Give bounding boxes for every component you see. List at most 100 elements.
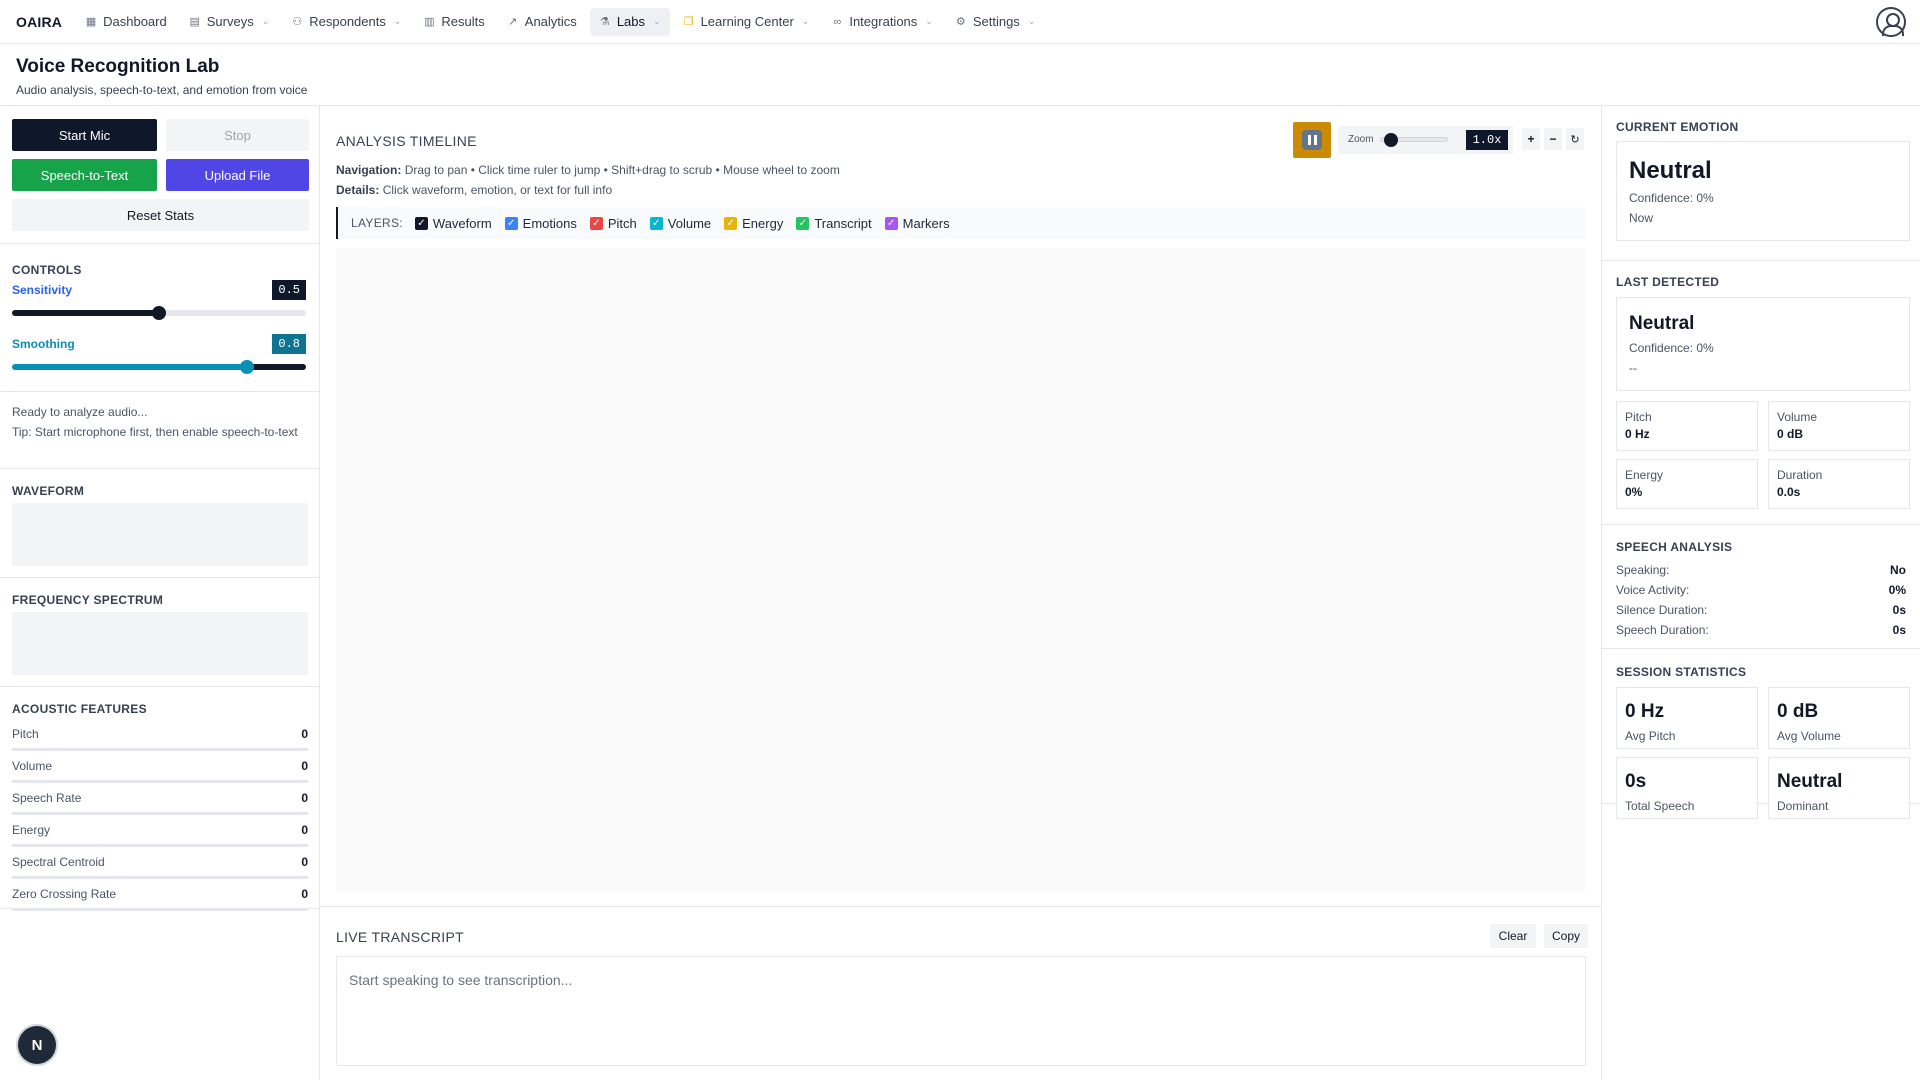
nav-item-label: Surveys (206, 14, 254, 29)
floating-n-button[interactable]: N (18, 1026, 56, 1064)
timeline-canvas[interactable] (336, 248, 1585, 892)
layer-toggle-waveform[interactable]: ✓ Waveform (414, 215, 492, 231)
speech-to-text-button[interactable]: Speech-to-Text (12, 159, 157, 191)
gear-icon: ⚙ (955, 15, 966, 28)
session-stat-card: Neutral Dominant (1768, 757, 1910, 819)
session-stat-value: Neutral (1777, 771, 1843, 792)
transcript-area[interactable]: Start speaking to see transcription... (336, 956, 1586, 1066)
layer-toggle-emotions[interactable]: ✓ Emotions (504, 216, 577, 231)
session-stat-label: Avg Pitch (1625, 729, 1676, 743)
layer-label: Waveform (432, 215, 492, 231)
layer-toggle-markers[interactable]: ✓ Markers (884, 216, 950, 231)
last-detected-card: Neutral Confidence: 0% -- (1616, 297, 1910, 391)
nav-item-dashboard[interactable]: ▦ Dashboard (76, 8, 176, 36)
feature-label: Zero Crossing Rate (12, 886, 117, 901)
current-emotion-card: Neutral Confidence: 0% Now (1616, 141, 1910, 241)
center-panel: ANALYSIS TIMELINE Zoom 1.0x + − ↻ Naviga… (320, 106, 1601, 1080)
checkbox-checked-icon[interactable]: ✓ (884, 216, 898, 230)
nav-item-settings[interactable]: ⚙ Settings ⌄ (946, 8, 1045, 36)
checkbox-checked-icon[interactable]: ✓ (504, 216, 518, 230)
session-stat-label: Dominant (1777, 799, 1829, 813)
copy-transcript-button[interactable]: Copy (1544, 924, 1588, 948)
layer-label: Pitch (607, 215, 637, 231)
feature-row: Zero Crossing Rate 0 (12, 879, 308, 911)
user-avatar-icon[interactable] (1876, 7, 1906, 37)
sensitivity-slider[interactable] (12, 306, 306, 320)
layers-bar: LAYERS: ✓ Waveform ✓ Emotions ✓ Pitch ✓ Volume ✓… (336, 207, 1585, 239)
transcript-title: LIVE TRANSCRIPT (336, 929, 464, 945)
layer-toggle-transcript[interactable]: ✓ Transcript (796, 216, 872, 231)
metric-card-energy: Energy 0% (1616, 459, 1758, 509)
checkbox-checked-icon[interactable]: ✓ (724, 216, 738, 230)
chevron-down-icon: ⌄ (801, 16, 810, 26)
zoom-in-button[interactable]: + (1522, 128, 1540, 150)
zoom-label: Zoom (1348, 134, 1374, 145)
nav-item-labs[interactable]: ⚗ Labs ⌄ (589, 7, 670, 36)
brand-logo[interactable]: OAIRA (16, 14, 62, 30)
current-emotion-confidence: Confidence: 0% (1629, 191, 1714, 205)
checkbox-checked-icon[interactable]: ✓ (589, 216, 603, 230)
speech-analysis-row: Voice Activity: 0% (1616, 583, 1906, 597)
nav-item-label: Respondents (309, 14, 386, 29)
pause-button[interactable] (1293, 122, 1331, 158)
link-icon: ∞ (833, 15, 842, 28)
smoothing-slider[interactable] (12, 360, 306, 374)
layer-toggle-pitch[interactable]: ✓ Pitch (589, 215, 637, 231)
feature-label: Spectral Centroid (12, 854, 105, 869)
layer-toggle-energy[interactable]: ✓ Energy (724, 216, 783, 231)
speech-analysis-row: Silence Duration: 0s (1616, 603, 1906, 617)
nav-item-results[interactable]: ▥ Results (414, 8, 493, 36)
controls-section: CONTROLS Sensitivity 0.5 Smoothing 0.8 (0, 244, 320, 500)
navigation-help: Navigation: Drag to pan • Click time rul… (336, 163, 840, 177)
acoustic-features-title: ACOUSTIC FEATURES (12, 702, 147, 716)
metric-card-duration: Duration 0.0s (1768, 459, 1910, 509)
session-stat-value: 0 dB (1777, 701, 1819, 722)
zoom-slider[interactable] (1380, 133, 1448, 147)
tip-text: Tip: Start microphone first, then enable… (12, 425, 298, 439)
layers-label: LAYERS: (351, 216, 403, 230)
nav-item-learning-center[interactable]: ❐ Learning Center ⌄ (674, 8, 819, 36)
checkbox-checked-icon[interactable]: ✓ (796, 216, 810, 230)
checkbox-checked-icon[interactable]: ✓ (649, 216, 663, 230)
clear-transcript-button[interactable]: Clear (1490, 924, 1536, 948)
checkbox-checked-icon[interactable]: ✓ (414, 216, 428, 230)
nav-item-analytics[interactable]: ↗ Analytics (498, 8, 586, 36)
feature-value: 0 (301, 854, 308, 869)
zoom-out-button[interactable]: − (1544, 128, 1562, 150)
speech-analysis-value: 0% (1888, 583, 1906, 597)
feature-value: 0 (301, 822, 308, 837)
sensitivity-label: Sensitivity (12, 283, 73, 297)
stop-button[interactable]: Stop (166, 119, 309, 151)
metric-value: 0 Hz (1625, 427, 1650, 441)
nav-item-respondents[interactable]: ⚇ Respondents ⌄ (282, 8, 410, 36)
start-mic-button[interactable]: Start Mic (12, 119, 157, 151)
layers-list: ✓ Waveform ✓ Emotions ✓ Pitch ✓ Volume ✓ Energy ✓ T… (414, 215, 963, 231)
sensitivity-value: 0.5 (272, 280, 306, 300)
navigation-help-label: Navigation: (336, 163, 402, 177)
upload-file-button[interactable]: Upload File (166, 159, 309, 191)
session-stat-label: Total Speech (1625, 799, 1695, 813)
page-title: Voice Recognition Lab (16, 56, 220, 77)
reset-stats-button[interactable]: Reset Stats (12, 199, 309, 231)
feature-label: Energy (12, 822, 51, 837)
feature-row: Energy 0 (12, 815, 308, 847)
nav-item-surveys[interactable]: ▤ Surveys ⌄ (180, 8, 279, 36)
metric-value: 0 dB (1777, 427, 1804, 441)
smoothing-slider-thumb[interactable] (240, 360, 254, 374)
reset-zoom-icon[interactable]: ↻ (1566, 128, 1584, 150)
bar-chart-icon: ▥ (424, 15, 435, 28)
current-emotion-section: CURRENT EMOTION Neutral Confidence: 0% N… (1602, 106, 1920, 261)
zoom-slider-thumb[interactable] (1383, 133, 1398, 147)
nav-item-label: Learning Center (700, 14, 794, 29)
speech-analysis-value: 0s (1892, 603, 1906, 617)
metric-label: Energy (1625, 468, 1664, 482)
sensitivity-slider-thumb[interactable] (152, 306, 166, 320)
layer-toggle-volume[interactable]: ✓ Volume (649, 216, 711, 231)
speech-analysis-label: Speaking: (1616, 563, 1670, 577)
last-detected-confidence: Confidence: 0% (1629, 341, 1714, 355)
nav-item-label: Labs (616, 14, 646, 29)
chevron-down-icon: ⌄ (653, 16, 661, 26)
session-stat-label: Avg Volume (1777, 729, 1841, 743)
nav-item-integrations[interactable]: ∞ Integrations ⌄ (822, 8, 941, 36)
speech-analysis-label: Voice Activity: (1616, 583, 1690, 597)
